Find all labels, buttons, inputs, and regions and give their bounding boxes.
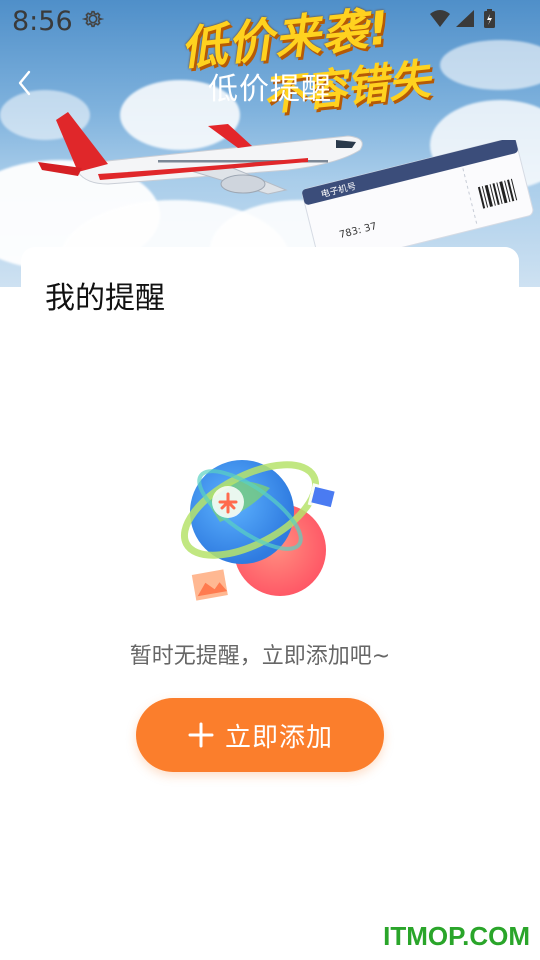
signal-icon [456, 10, 474, 27]
add-reminder-button[interactable]: 立即添加 [136, 698, 384, 772]
status-bar: 8:56 [0, 0, 540, 44]
globe-illustration-icon [180, 460, 339, 608]
wifi-icon [430, 10, 450, 27]
status-time: 8:56 [12, 6, 73, 37]
watermark: ITMOP.COM [383, 921, 530, 951]
page-title: 低价提醒 [208, 72, 332, 107]
content-background [0, 287, 540, 960]
section-title: 我的提醒 [45, 281, 165, 316]
boarding-pass-illustration: 电子机号 783: 37 [302, 140, 534, 250]
status-icons [430, 9, 495, 28]
empty-state-message: 暂时无提醒，立即添加吧~ [129, 644, 391, 669]
plus-icon [188, 722, 214, 748]
add-button-label: 立即添加 [224, 722, 333, 753]
gear-icon [82, 10, 104, 28]
